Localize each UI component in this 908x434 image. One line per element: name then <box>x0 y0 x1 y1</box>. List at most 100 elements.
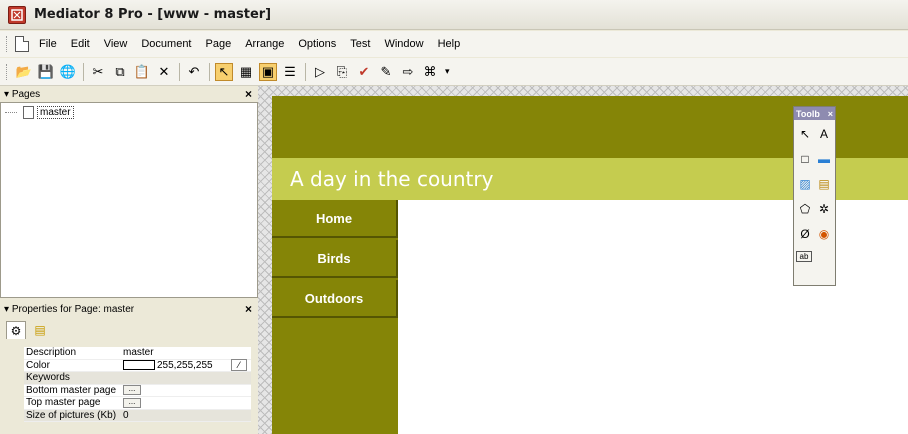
tree-item-master[interactable]: master <box>5 106 74 119</box>
property-name: Color <box>26 359 50 371</box>
media-tool-icon[interactable]: ▤ <box>815 176 833 192</box>
browse-button[interactable]: ... <box>123 385 141 396</box>
property-value[interactable]: master <box>123 347 251 358</box>
color-swatch <box>123 360 155 371</box>
text-tool-icon[interactable]: A <box>815 126 833 142</box>
check-icon[interactable]: ✔ <box>355 63 373 81</box>
menu-arrange[interactable]: Arrange <box>245 38 284 50</box>
panel-collapse-icon[interactable]: ▾ <box>4 89 12 100</box>
undo-icon[interactable]: ↶ <box>185 63 203 81</box>
properties-panel-header: ▾ Properties for Page: master × <box>0 302 258 316</box>
menu-file[interactable]: File <box>39 38 57 50</box>
copy-icon[interactable]: ⧉ <box>111 63 129 81</box>
main-toolbar: 📂 💾 🌐 ✂ ⧉ 📋 ✕ ↶ ↖ ▦ ▣ ☰ ▷ ⎘ ✔ ✎ ⇨ ⌘ ▾ <box>0 58 908 86</box>
tool-grid: ↖ A □ ▬ ▨ ▤ ⬠ ✲ Ø ◉ ab <box>794 120 835 268</box>
toolbox-title: Toolb <box>796 108 820 119</box>
paste-icon[interactable]: 📋 <box>133 63 151 81</box>
pointer-icon[interactable]: ↖ <box>796 126 814 142</box>
toolbox-palette[interactable]: Toolb × ↖ A □ ▬ ▨ ▤ ⬠ ✲ Ø ◉ ab <box>793 106 836 286</box>
nav-button-home[interactable]: Home <box>272 200 398 238</box>
toolbox-title-bar[interactable]: Toolb × <box>794 107 835 120</box>
menu-document[interactable]: Document <box>141 38 191 50</box>
menu-help[interactable]: Help <box>438 38 461 50</box>
window-title: Mediator 8 Pro - [www - master] <box>34 7 272 22</box>
export-icon[interactable]: ⇨ <box>399 63 417 81</box>
polygon-tool-icon[interactable]: ⬠ <box>796 201 814 217</box>
rollover-tool-icon[interactable]: ◉ <box>815 226 833 242</box>
property-name: Bottom master page <box>26 384 117 396</box>
property-row[interactable]: Top master page ... <box>24 397 251 410</box>
button-tool-icon[interactable]: ▬ <box>815 151 833 167</box>
property-row[interactable]: Description master <box>24 347 251 360</box>
close-icon[interactable]: × <box>245 87 252 101</box>
property-value[interactable]: ... <box>123 385 251 396</box>
browser-preview-icon[interactable]: ⎘ <box>333 63 351 81</box>
layout-icon[interactable]: ☰ <box>281 63 299 81</box>
property-row[interactable]: Keywords <box>24 372 251 385</box>
properties-grid: Description master Color 255,255,255 ⁄ K… <box>24 347 251 422</box>
menu-window[interactable]: Window <box>384 38 423 50</box>
app-logo-icon <box>8 5 26 24</box>
site-sidebar[interactable]: Home Birds Outdoors <box>272 200 398 434</box>
toolbar-separator <box>83 62 84 81</box>
site-title[interactable]: A day in the country <box>290 167 493 191</box>
menu-bar: File Edit View Document Page Arrange Opt… <box>0 31 908 57</box>
image-tool-icon[interactable]: ▨ <box>796 176 814 192</box>
browse-button[interactable]: ... <box>123 397 141 408</box>
property-value[interactable]: ... <box>123 397 251 408</box>
flash-tool-icon[interactable]: Ø <box>796 226 814 242</box>
menu-page[interactable]: Page <box>206 38 232 50</box>
document-menu-icon[interactable] <box>15 36 29 52</box>
property-value[interactable]: 0 <box>123 410 251 421</box>
property-name: Top master page <box>26 397 101 409</box>
eyedropper-icon[interactable]: ⁄ <box>231 359 247 372</box>
menu-test[interactable]: Test <box>350 38 370 50</box>
properties-gutter <box>0 342 24 434</box>
menu-view[interactable]: View <box>104 38 128 50</box>
property-name: Description <box>26 347 77 359</box>
tab-notes[interactable]: ▤ <box>30 321 50 339</box>
nav-button-outdoors[interactable]: Outdoors <box>272 280 398 318</box>
properties-icon[interactable]: ✎ <box>377 63 395 81</box>
property-row[interactable]: Color 255,255,255 ⁄ <box>24 359 251 372</box>
tab-page-properties[interactable]: ⚙ <box>6 321 26 339</box>
toolbar-overflow-icon[interactable]: ▾ <box>445 66 450 77</box>
toolbar-separator <box>179 62 180 81</box>
save-icon[interactable]: 💾 <box>37 63 55 81</box>
property-name: Keywords <box>26 372 70 384</box>
close-icon[interactable]: × <box>245 302 252 316</box>
property-row[interactable]: Bottom master page ... <box>24 384 251 397</box>
property-row[interactable]: Size of pictures (Kb) 0 <box>24 409 251 422</box>
menu-options[interactable]: Options <box>298 38 336 50</box>
open-folder-icon[interactable]: 📂 <box>15 63 33 81</box>
publish-icon[interactable]: 🌐 <box>59 63 77 81</box>
tree-connector <box>5 112 17 113</box>
toolbar-grip[interactable] <box>6 63 9 80</box>
delete-icon[interactable]: ✕ <box>155 63 173 81</box>
play-icon[interactable]: ▷ <box>311 63 329 81</box>
nav-button-birds[interactable]: Birds <box>272 240 398 278</box>
menubar-grip[interactable] <box>6 36 9 52</box>
color-value: 255,255,255 <box>157 359 213 371</box>
select-mode-icon[interactable]: ↖ <box>215 62 233 81</box>
cut-icon[interactable]: ✂ <box>89 63 107 81</box>
html-icon[interactable]: ⌘ <box>421 63 439 81</box>
form-field-tool-icon[interactable]: ab <box>796 251 812 262</box>
toolbar-separator <box>209 62 210 81</box>
menu-edit[interactable]: Edit <box>71 38 90 50</box>
preview-icon[interactable]: ▣ <box>259 62 277 81</box>
line-tool-icon[interactable]: ✲ <box>815 201 833 217</box>
rectangle-tool-icon[interactable]: □ <box>796 151 814 167</box>
page-icon <box>23 106 34 119</box>
panel-collapse-icon[interactable]: ▾ <box>4 304 12 315</box>
properties-tabs: ⚙ ▤ <box>0 318 258 342</box>
close-icon[interactable]: × <box>828 109 833 119</box>
pages-panel-title: Pages <box>11 88 41 100</box>
tree-item-label: master <box>37 106 74 119</box>
title-bar: Mediator 8 Pro - [www - master] <box>0 0 908 30</box>
property-name: Size of pictures (Kb) <box>26 409 117 421</box>
pages-tree: master <box>0 102 258 298</box>
toolbar-separator <box>305 62 306 81</box>
property-value-color[interactable]: 255,255,255 ⁄ <box>123 359 251 372</box>
design-view-icon[interactable]: ▦ <box>237 63 255 81</box>
